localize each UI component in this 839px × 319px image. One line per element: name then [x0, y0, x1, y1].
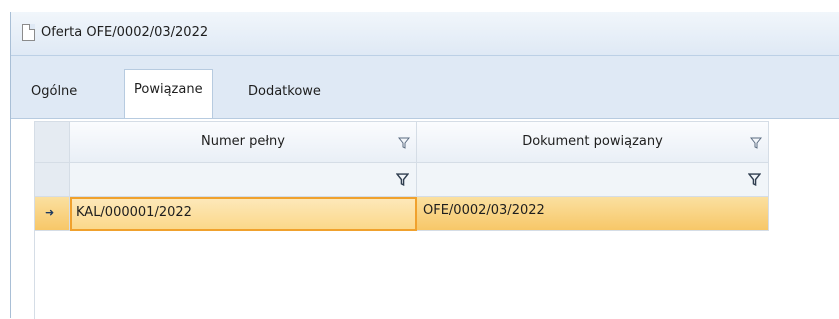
cell-dokument-value: OFE/0002/03/2022 [423, 203, 545, 218]
cell-numer-value: KAL/000001/2022 [76, 205, 192, 220]
column-header-numer[interactable]: Numer pełny [70, 121, 417, 163]
tab-ogolne[interactable]: Ogólne [31, 77, 77, 107]
filter-cell-numer[interactable] [70, 163, 417, 197]
filter-icon[interactable] [748, 173, 761, 186]
filter-icon[interactable] [396, 173, 409, 186]
tab-dodatkowe[interactable]: Dodatkowe [248, 77, 321, 107]
document-icon [18, 24, 35, 42]
table-cell-dokument[interactable]: OFE/0002/03/2022 [417, 197, 769, 231]
header-indicator-cell [34, 121, 70, 163]
column-header-dokument[interactable]: Dokument powiązany [417, 121, 769, 163]
related-documents-grid: Numer pełny Dokument powiązany ➜ KAL/000… [34, 121, 780, 319]
column-header-dokument-label: Dokument powiązany [522, 134, 663, 149]
window-titlebar: Oferta OFE/0002/03/2022 [11, 12, 839, 56]
table-cell-numer[interactable]: KAL/000001/2022 [70, 197, 417, 231]
column-filter-icon[interactable] [398, 137, 410, 149]
current-row-arrow-icon: ➜ [45, 206, 55, 219]
row-indicator[interactable]: ➜ [34, 197, 70, 231]
filter-indicator-cell [34, 163, 70, 197]
grid-left-border [34, 231, 35, 319]
filter-cell-dokument[interactable] [417, 163, 769, 197]
document-window: Oferta OFE/0002/03/2022 Ogólne Powiązane… [10, 12, 839, 319]
tab-powiazane[interactable]: Powiązane [124, 69, 213, 118]
window-title: Oferta OFE/0002/03/2022 [41, 25, 209, 40]
column-filter-icon[interactable] [750, 137, 762, 149]
tab-strip: Ogólne Powiązane Dodatkowe [11, 67, 839, 118]
tab-content: Numer pełny Dokument powiązany ➜ KAL/000… [11, 118, 839, 319]
column-header-numer-label: Numer pełny [201, 134, 285, 149]
